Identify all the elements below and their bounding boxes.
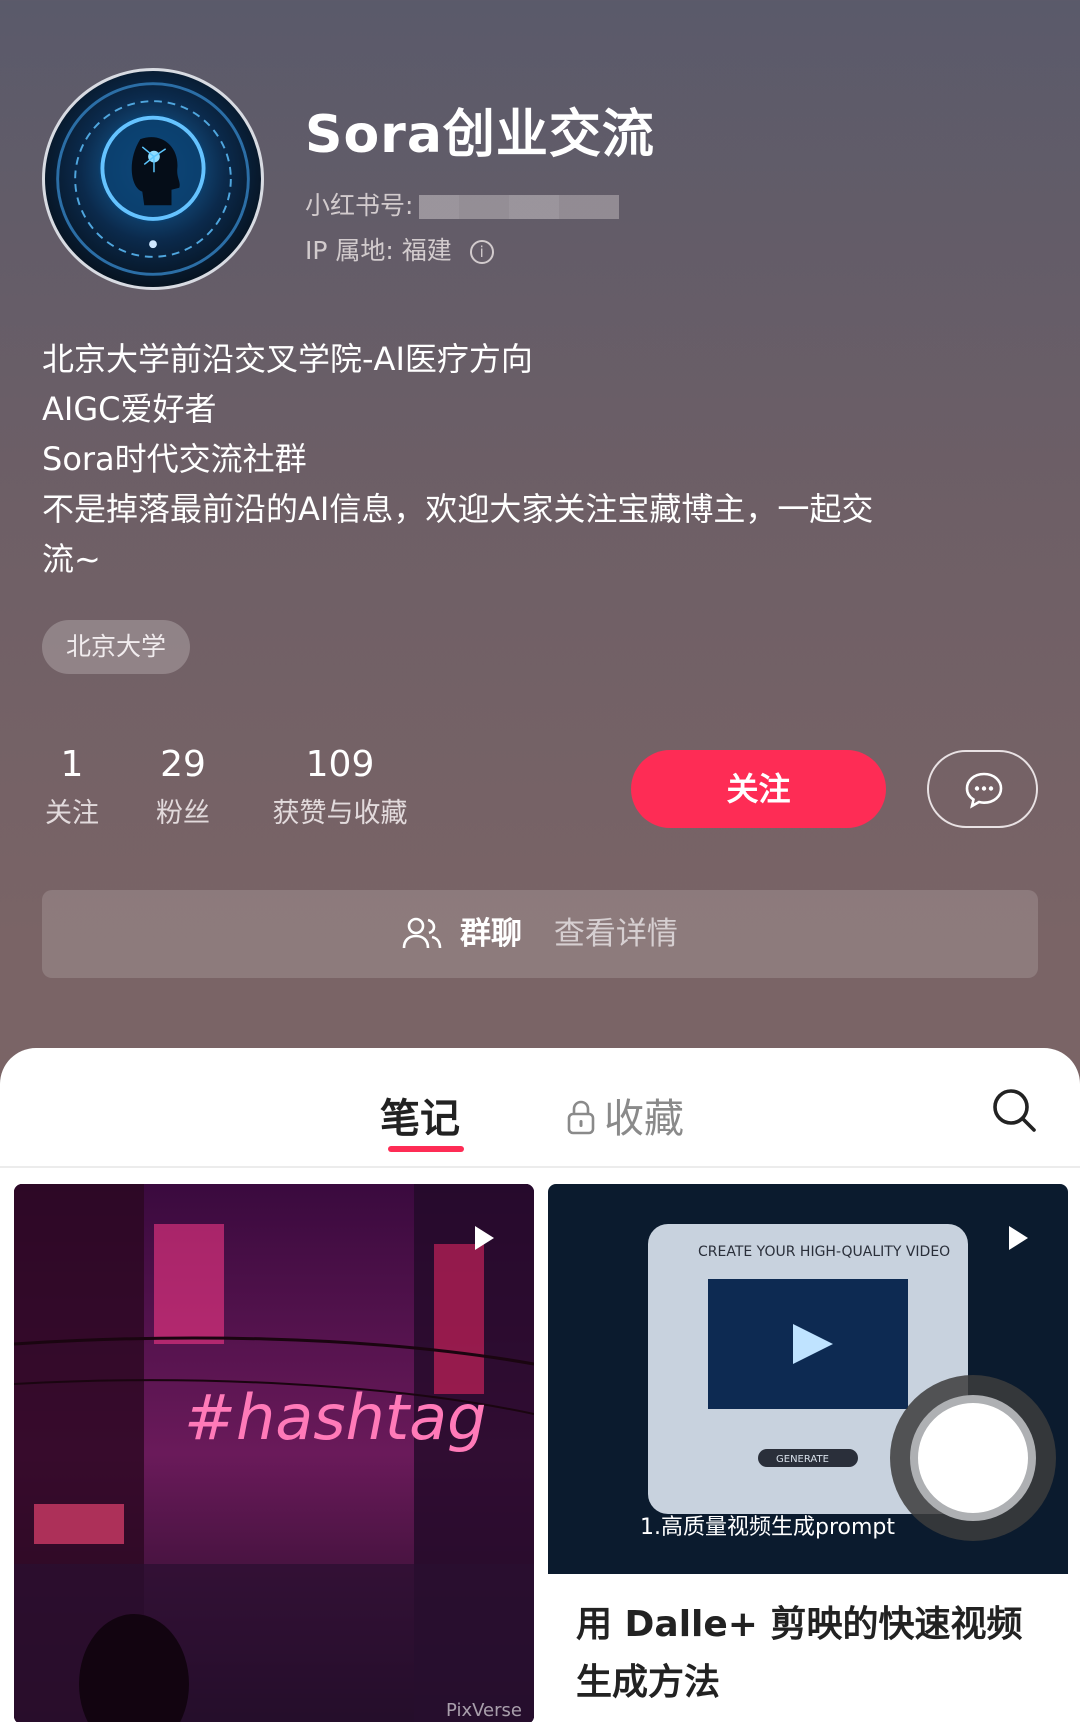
image-header-text: CREATE YOUR HIGH-QUALITY VIDEO [698, 1244, 950, 1260]
account-id-label: 小红书号: [305, 191, 414, 220]
profile-name: Sora创业交流 [305, 105, 655, 165]
image-caption-text: 1.高质量视频生成prompt [640, 1515, 895, 1540]
tab-notes[interactable]: 笔记 [380, 1086, 464, 1152]
ai-head-avatar-image [56, 82, 250, 276]
stat-followers[interactable]: 29 粉丝 [150, 744, 216, 830]
content-sheet: 笔记 收藏 #hashtag PixVerse CREATE YOUR HIGH… [0, 1048, 1080, 1722]
tab-active-indicator [388, 1146, 464, 1152]
avatar[interactable] [42, 68, 264, 290]
pixverse-watermark: PixVerse [446, 1700, 522, 1721]
hashtag-neon-text: #hashtag [184, 1381, 487, 1454]
tab-bar: 笔记 收藏 [0, 1048, 1080, 1168]
group-chat-detail: 查看详情 [553, 916, 678, 952]
tab-favorites-label: 收藏 [604, 1096, 684, 1142]
note-title-line: 用 Dalle+ 剪映的快速视频 [576, 1604, 1023, 1645]
group-chat-title: 群聊 [460, 916, 522, 952]
tab-favorites[interactable]: 收藏 [566, 1086, 684, 1144]
bio-line: 流~ [42, 540, 101, 578]
image-generate-text: GENERATE [776, 1454, 829, 1465]
stat-followers-label: 粉丝 [156, 798, 210, 829]
ip-location: IP 属地: 福建 i [305, 231, 494, 267]
stat-following[interactable]: 1 关注 [42, 744, 102, 830]
tab-notes-label: 笔记 [380, 1096, 460, 1142]
group-chat-bar[interactable]: 群聊 查看详情 [42, 890, 1038, 978]
bio: 北京大学前沿交叉学院-AI医疗方向 AIGC爱好者 Sora时代交流社群 不是掉… [42, 334, 1032, 584]
stat-likes-count: 109 [305, 744, 375, 785]
ip-location-label: IP 属地: 福建 [305, 236, 452, 265]
group-users-icon [402, 917, 442, 948]
message-button[interactable] [927, 750, 1038, 828]
bio-line: 不是掉落最前沿的AI信息，欢迎大家关注宝藏博主，一起交 [42, 490, 874, 528]
note-title-line: 生成方法 [576, 1662, 721, 1703]
profile-header: Sora创业交流 小红书号: IP 属地: 福建 i 北京大学前沿交叉学院-AI医… [0, 0, 1080, 1060]
note-card[interactable]: #hashtag PixVerse [14, 1184, 534, 1722]
school-tag[interactable]: 北京大学 [42, 620, 191, 674]
note-title: 用 Dalle+ 剪映的快速视频 生成方法 [576, 1596, 1046, 1712]
follow-button[interactable]: 关注 [631, 750, 886, 828]
account-id-redacted [419, 195, 620, 219]
bio-line: Sora时代交流社群 [42, 440, 307, 478]
info-icon[interactable]: i [469, 240, 494, 264]
stat-followers-count: 29 [160, 744, 206, 785]
stat-likes[interactable]: 109 获赞与收藏 [262, 744, 418, 830]
account-id[interactable]: 小红书号: [305, 186, 620, 222]
stat-following-count: 1 [60, 744, 84, 785]
stat-following-label: 关注 [45, 798, 99, 829]
assistive-touch-button[interactable] [890, 1375, 1056, 1541]
note-thumbnail: #hashtag PixVerse [14, 1184, 534, 1722]
play-icon [475, 1226, 494, 1250]
play-icon [1009, 1226, 1028, 1250]
chat-bubble-icon [965, 772, 1003, 809]
stat-likes-label: 获赞与收藏 [272, 798, 408, 829]
bio-line: 北京大学前沿交叉学院-AI医疗方向 [42, 340, 533, 378]
bio-line: AIGC爱好者 [42, 390, 217, 428]
lock-icon [567, 1100, 595, 1135]
search-icon [993, 1089, 1036, 1132]
search-button[interactable] [990, 1086, 1038, 1134]
assistive-touch-ring [910, 1395, 1036, 1521]
